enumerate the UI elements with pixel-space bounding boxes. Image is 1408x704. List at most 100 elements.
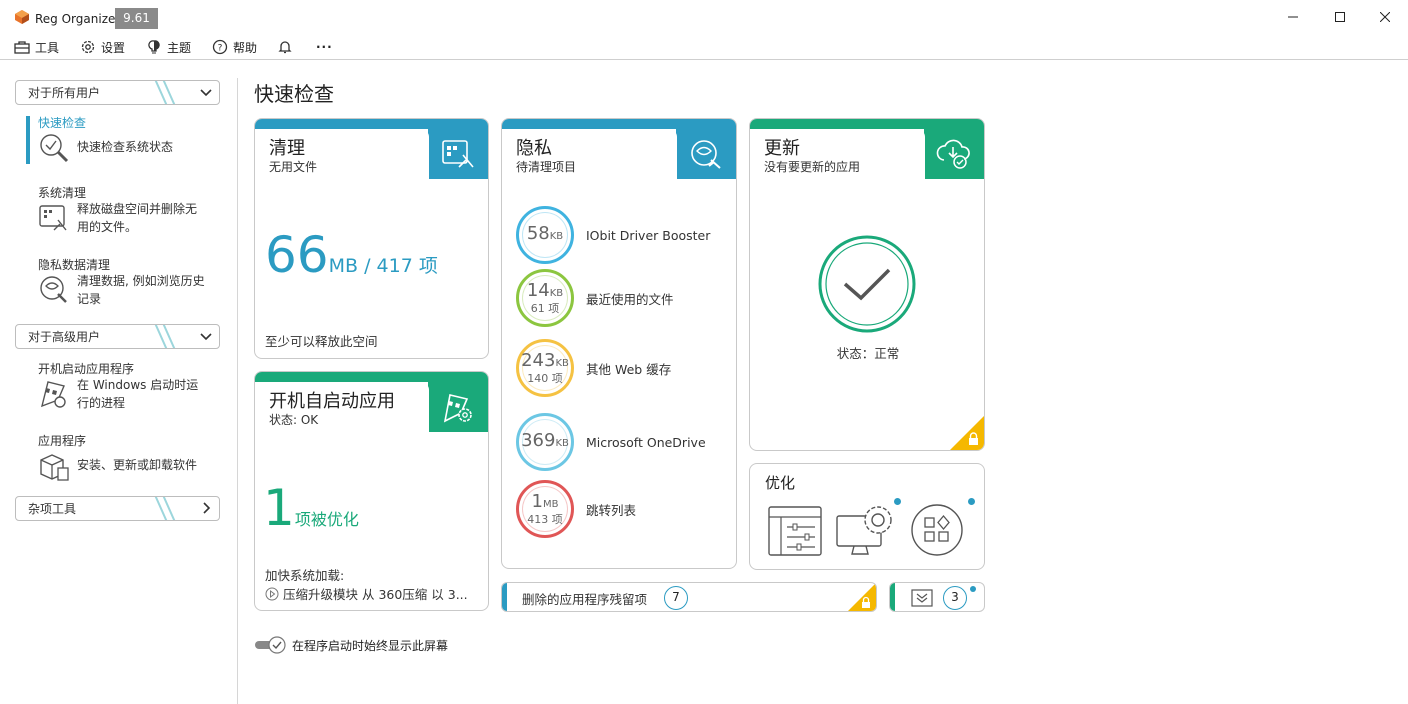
privacy-item[interactable]: 58KB IObit Driver Booster <box>516 202 731 268</box>
sidebar-item-applications[interactable]: 应用程序 安装、更新或卸载软件 <box>38 432 228 488</box>
menu-tools-label: 工具 <box>35 40 60 55</box>
privacy-item-label: 跳转列表 <box>586 502 637 518</box>
privacy-item[interactable]: 14KB 61 项最近使用的文件 <box>516 265 731 331</box>
disk-clean-icon <box>442 140 474 168</box>
sidebar-item-desc: 释放磁盘空间并删除无用的文件。 <box>77 202 198 234</box>
clean-icon-box <box>428 129 488 179</box>
chevron-down-icon <box>200 333 212 341</box>
leftovers-count: 7 <box>664 586 688 610</box>
settings-panel-icon[interactable] <box>767 505 823 557</box>
clean-card[interactable]: 清理 无用文件 66 MB / 417 项 至少可以释放此空间 <box>254 118 489 359</box>
cloud-download-icon <box>936 139 970 169</box>
maximize-icon <box>1335 12 1345 22</box>
svg-text:?: ? <box>218 44 223 54</box>
card-header-bar <box>750 119 984 129</box>
privacy-item-label: 其他 Web 缓存 <box>586 361 672 377</box>
leftovers-bar[interactable]: 删除的应用程序残留项 7 <box>501 582 877 612</box>
clean-amount: 66 MB / 417 项 <box>265 227 438 283</box>
notifications-button[interactable] <box>277 38 293 56</box>
lock-corner-icon <box>848 583 876 611</box>
active-indicator <box>26 116 30 164</box>
group-advanced-users-dropdown[interactable]: 对于高级用户 <box>15 324 220 349</box>
leftovers-accent <box>502 583 507 611</box>
privacy-size-value: 1 <box>531 490 543 512</box>
version-badge: 9.61 <box>115 8 158 29</box>
privacy-item[interactable]: 1MB 413 项跳转列表 <box>516 476 731 542</box>
computer-gear-icon[interactable] <box>834 502 898 558</box>
startup-rest: 项被优化 <box>294 510 359 529</box>
startup-footer-item: 压缩升级模块 从 360压缩 以 3... <box>265 584 468 603</box>
minimize-button[interactable] <box>1270 0 1316 34</box>
privacy-size-value: 58 <box>526 222 550 244</box>
update-icon-box <box>924 129 984 179</box>
close-button[interactable] <box>1362 0 1408 34</box>
privacy-list: 58KB IObit Driver Booster 14KB 61 项最近使用的文件 2… <box>502 119 736 568</box>
stripes-decoration <box>154 497 176 520</box>
startup-footer-title: 加快系统加载: <box>265 568 345 583</box>
startup-icon-box <box>428 382 488 432</box>
sidebar-divider <box>237 78 238 704</box>
clean-rest: MB / 417 项 <box>328 255 438 277</box>
title-bar: Reg Organizer 9.61 <box>0 0 1408 34</box>
sidebar-item-privacy-clean[interactable]: 隐私数据清理 清理数据, 例如浏览历史记录 <box>38 256 228 312</box>
privacy-item[interactable]: 369KB Microsoft OneDrive <box>516 409 731 475</box>
menu-settings[interactable]: 设置 <box>80 38 125 56</box>
maximize-button[interactable] <box>1317 0 1363 34</box>
startup-card[interactable]: 开机自启动应用 状态: OK 1 项被优化 加快系统加载: 压缩升级模块 从 3… <box>254 371 489 611</box>
toggle-switch-icon[interactable] <box>254 636 288 654</box>
show-on-start-label: 在程序启动时始终显示此屏幕 <box>292 638 449 653</box>
sidebar-item-label: 应用程序 <box>38 434 87 448</box>
sidebar-item-quick-check[interactable]: 快速检查 快速检查系统状态 <box>38 114 228 170</box>
startup-big-number: 1 <box>263 479 295 537</box>
new-dot-badge <box>968 498 975 505</box>
menu-tools[interactable]: 工具 <box>14 38 59 56</box>
privacy-count: 413 项 <box>527 512 563 526</box>
chevron-right-icon <box>203 502 211 514</box>
card-tab: 开机自启动应用 状态: OK <box>255 382 429 433</box>
privacy-clean-icon <box>40 276 67 303</box>
magnifier-check-icon <box>40 134 69 163</box>
mini-accent <box>890 583 895 611</box>
group-misc-tools-dropdown[interactable]: 杂项工具 <box>15 496 220 521</box>
group-advanced-users-label: 对于高级用户 <box>28 330 101 344</box>
mini-tool-bar[interactable]: 3 <box>889 582 985 612</box>
mini-count: 3 <box>943 586 967 610</box>
menu-help[interactable]: ? 帮助 <box>212 38 257 56</box>
minimize-icon <box>1288 16 1298 18</box>
privacy-size: 243KB <box>521 351 569 373</box>
chip-collapse-icon <box>911 589 933 607</box>
menu-settings-label: 设置 <box>101 40 126 55</box>
card-tab: 更新 没有要更新的应用 <box>750 129 925 180</box>
update-subtitle: 没有要更新的应用 <box>764 160 861 174</box>
sidebar-item-desc: 快速检查系统状态 <box>77 140 174 154</box>
update-card[interactable]: 更新 没有要更新的应用 状态：正常 <box>749 118 985 451</box>
group-all-users-dropdown[interactable]: 对于所有用户 <box>15 80 220 105</box>
flag-gear-icon <box>443 394 472 423</box>
sidebar-item-system-clean[interactable]: 系统清理 释放磁盘空间并删除无用的文件。 <box>38 184 228 240</box>
leftovers-label: 删除的应用程序残留项 <box>522 592 648 607</box>
play-circle-icon <box>265 587 279 600</box>
new-dot-badge <box>970 586 976 592</box>
toolbox-icon <box>14 41 30 54</box>
more-button[interactable]: ··· <box>316 38 333 56</box>
apps-grid-icon[interactable] <box>910 503 964 557</box>
privacy-size-unit: KB <box>555 357 569 369</box>
privacy-item[interactable]: 243KB 140 项其他 Web 缓存 <box>516 335 731 401</box>
show-on-start-toggle[interactable]: 在程序启动时始终显示此屏幕 <box>254 636 448 654</box>
menu-theme[interactable]: 主题 <box>146 38 191 56</box>
sidebar-item-label: 快速检查 <box>38 116 87 130</box>
privacy-size-value: 14 <box>526 279 550 301</box>
privacy-item-label: Microsoft OneDrive <box>586 434 706 450</box>
privacy-size-value: 369 <box>521 429 556 451</box>
stripes-decoration <box>154 81 176 104</box>
optimize-card[interactable]: 优化 <box>749 463 985 570</box>
privacy-item-label: 最近使用的文件 <box>586 291 674 307</box>
privacy-card[interactable]: 隐私 待清理项目 58KB IObit Driver Booster 14KB 61 … <box>501 118 737 569</box>
privacy-size-unit: KB <box>549 287 564 299</box>
clean-footer: 至少可以释放此空间 <box>265 334 378 349</box>
privacy-size-unit: KB <box>549 230 564 242</box>
privacy-size-ring: 243KB 140 项 <box>516 339 574 397</box>
card-header-bar <box>255 119 488 129</box>
startup-amount: 1 项被优化 <box>263 480 359 536</box>
sidebar-item-startup-apps[interactable]: 开机启动应用程序 在 Windows 启动时运行的进程 <box>38 360 228 416</box>
